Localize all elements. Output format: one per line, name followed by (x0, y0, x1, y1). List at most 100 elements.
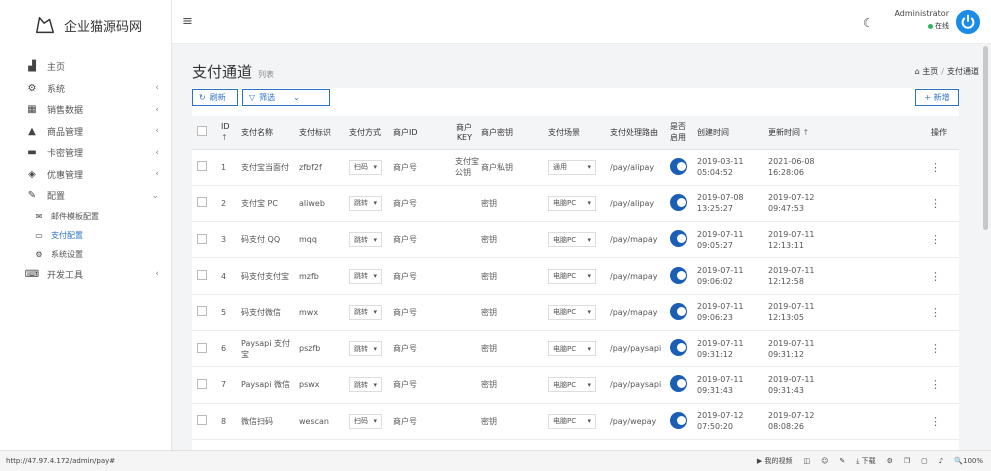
more-actions-icon[interactable]: ⋮ (930, 306, 941, 319)
row-select[interactable] (192, 366, 216, 404)
row-checkbox[interactable] (197, 197, 207, 208)
method-select[interactable]: 跳转 ▾ (349, 232, 382, 248)
row-select[interactable] (192, 149, 216, 186)
cell-scene[interactable]: 电脑PC ▾ (543, 403, 605, 440)
enabled-toggle[interactable] (670, 339, 687, 357)
cell-method[interactable]: 扫码 ▾ (344, 149, 388, 186)
scrollbar[interactable] (983, 46, 988, 230)
header-id[interactable]: ID ↑ (216, 116, 236, 150)
select-all-checkbox[interactable] (197, 126, 207, 137)
cell-actions[interactable]: ⋮ (839, 330, 959, 368)
cell-scene[interactable]: 通用 ▾ (543, 149, 605, 186)
enabled-toggle[interactable] (670, 375, 687, 393)
scene-select[interactable]: 电脑PC ▾ (548, 304, 596, 320)
scene-select[interactable]: 电脑PC ▾ (548, 413, 596, 429)
more-actions-icon[interactable]: ⋮ (930, 378, 941, 391)
row-checkbox[interactable] (197, 270, 207, 281)
cell-actions[interactable]: ⋮ (839, 221, 959, 259)
row-select[interactable] (192, 185, 216, 223)
row-select[interactable] (192, 257, 216, 295)
cell-scene[interactable]: 电脑PC ▾ (543, 185, 605, 223)
row-checkbox[interactable] (197, 306, 207, 317)
cell-method[interactable]: 跳转 ▾ (344, 221, 388, 259)
user-info[interactable]: Administrator 在线 (883, 9, 949, 31)
cell-actions[interactable]: ⋮ (839, 185, 959, 223)
cell-enabled[interactable] (665, 149, 692, 186)
cell-method[interactable]: 跳转 ▾ (344, 185, 388, 223)
cell-actions[interactable]: ⋮ (839, 149, 959, 186)
scene-select[interactable]: 电脑PC ▾ (548, 377, 596, 393)
row-checkbox[interactable] (197, 378, 207, 389)
row-select[interactable] (192, 330, 216, 368)
enabled-toggle[interactable] (670, 411, 687, 429)
sidebar-item-sub-0[interactable]: ✉ 邮件模板配置 (0, 207, 171, 226)
more-actions-icon[interactable]: ⋮ (930, 415, 941, 428)
cell-actions[interactable]: ⋮ (839, 294, 959, 331)
hamburger-menu-icon[interactable]: ≡ (182, 14, 193, 29)
cell-enabled[interactable] (665, 294, 692, 331)
method-select[interactable]: 扫码 ▾ (349, 159, 382, 175)
settings-icon[interactable]: ⚙ (887, 457, 893, 465)
zoom-level[interactable]: 🔍100% (954, 457, 983, 465)
cell-method[interactable]: 跳转 ▾ (344, 330, 388, 368)
enabled-toggle[interactable] (670, 266, 687, 284)
sidebar-item-sub-1[interactable]: ▭ 支付配置 (0, 226, 171, 245)
sidebar-item-1[interactable]: ⚙ 系统 ‹ (0, 78, 171, 100)
method-select[interactable]: 跳转 ▾ (349, 304, 382, 320)
header-updated[interactable]: 更新时间 ↑ (763, 116, 839, 150)
refresh-button[interactable]: ↻ 刷新 (192, 89, 238, 106)
row-select[interactable] (192, 403, 216, 440)
row-checkbox[interactable] (197, 233, 207, 244)
logo[interactable]: 企业猫源码网 (0, 0, 171, 50)
sidebar-item-2[interactable]: ▦ 销售数据 ‹ (0, 99, 171, 121)
scene-select[interactable]: 电脑PC ▾ (548, 232, 596, 248)
sidebar-item-0[interactable]: ▟ 主页 (0, 56, 171, 78)
cell-actions[interactable]: ⋮ (839, 257, 959, 295)
cell-enabled[interactable] (665, 366, 692, 404)
sidebar-item-dev-tools[interactable]: ⌨ 开发工具 ‹ (0, 264, 171, 286)
method-select[interactable]: 跳转 ▾ (349, 195, 382, 211)
cell-enabled[interactable] (665, 257, 692, 295)
window-icon[interactable]: ▢ (921, 457, 928, 465)
cell-scene[interactable]: 电脑PC ▾ (543, 366, 605, 404)
cell-method[interactable]: 跳转 ▾ (344, 366, 388, 404)
row-checkbox[interactable] (197, 342, 207, 353)
more-actions-icon[interactable]: ⋮ (930, 270, 941, 283)
select-all-header[interactable] (192, 116, 216, 150)
cell-method[interactable]: 跳转 ▾ (344, 294, 388, 331)
download-button[interactable]: ⤓ 下载 (856, 456, 875, 466)
cell-scene[interactable]: 电脑PC ▾ (543, 330, 605, 368)
method-select[interactable]: 扫码 ▾ (349, 413, 382, 429)
enabled-toggle[interactable] (670, 302, 687, 320)
method-select[interactable]: 跳转 ▾ (349, 341, 382, 357)
more-actions-icon[interactable]: ⋮ (930, 342, 941, 355)
pin-icon[interactable]: ✎ (839, 457, 845, 465)
row-select[interactable] (192, 294, 216, 331)
cell-scene[interactable]: 电脑PC ▾ (543, 257, 605, 295)
method-select[interactable]: 跳转 ▾ (349, 377, 382, 393)
method-select[interactable]: 跳转 ▾ (349, 268, 382, 284)
sidebar-item-sub-2[interactable]: ⚙ 系统设置 (0, 245, 171, 264)
cell-scene[interactable]: 电脑PC ▾ (543, 221, 605, 259)
smiley-icon[interactable]: ☺ (821, 457, 828, 465)
scene-select[interactable]: 电脑PC ▾ (548, 195, 596, 211)
sidebar-item-5[interactable]: ◈ 优惠管理 ‹ (0, 164, 171, 186)
row-checkbox[interactable] (197, 161, 207, 172)
cell-scene[interactable]: 电脑PC ▾ (543, 294, 605, 331)
cell-enabled[interactable] (665, 185, 692, 223)
copy-icon[interactable]: ❐ (904, 457, 910, 465)
cell-enabled[interactable] (665, 330, 692, 368)
power-icon[interactable] (956, 10, 980, 34)
add-button[interactable]: + 新增 (915, 89, 959, 106)
row-checkbox[interactable] (197, 415, 207, 426)
shield-icon[interactable]: ◫ (803, 457, 810, 465)
more-actions-icon[interactable]: ⋮ (930, 233, 941, 246)
scene-select[interactable]: 电脑PC ▾ (548, 268, 596, 284)
cell-actions[interactable]: ⋮ (839, 366, 959, 404)
cell-actions[interactable]: ⋮ (839, 403, 959, 440)
more-actions-icon[interactable]: ⋮ (930, 161, 941, 174)
more-actions-icon[interactable]: ⋮ (930, 197, 941, 210)
cell-method[interactable]: 跳转 ▾ (344, 257, 388, 295)
breadcrumb-home[interactable]: 主页 (922, 67, 938, 76)
filter-button[interactable]: ▽ 筛选 ⌄ (242, 89, 330, 106)
